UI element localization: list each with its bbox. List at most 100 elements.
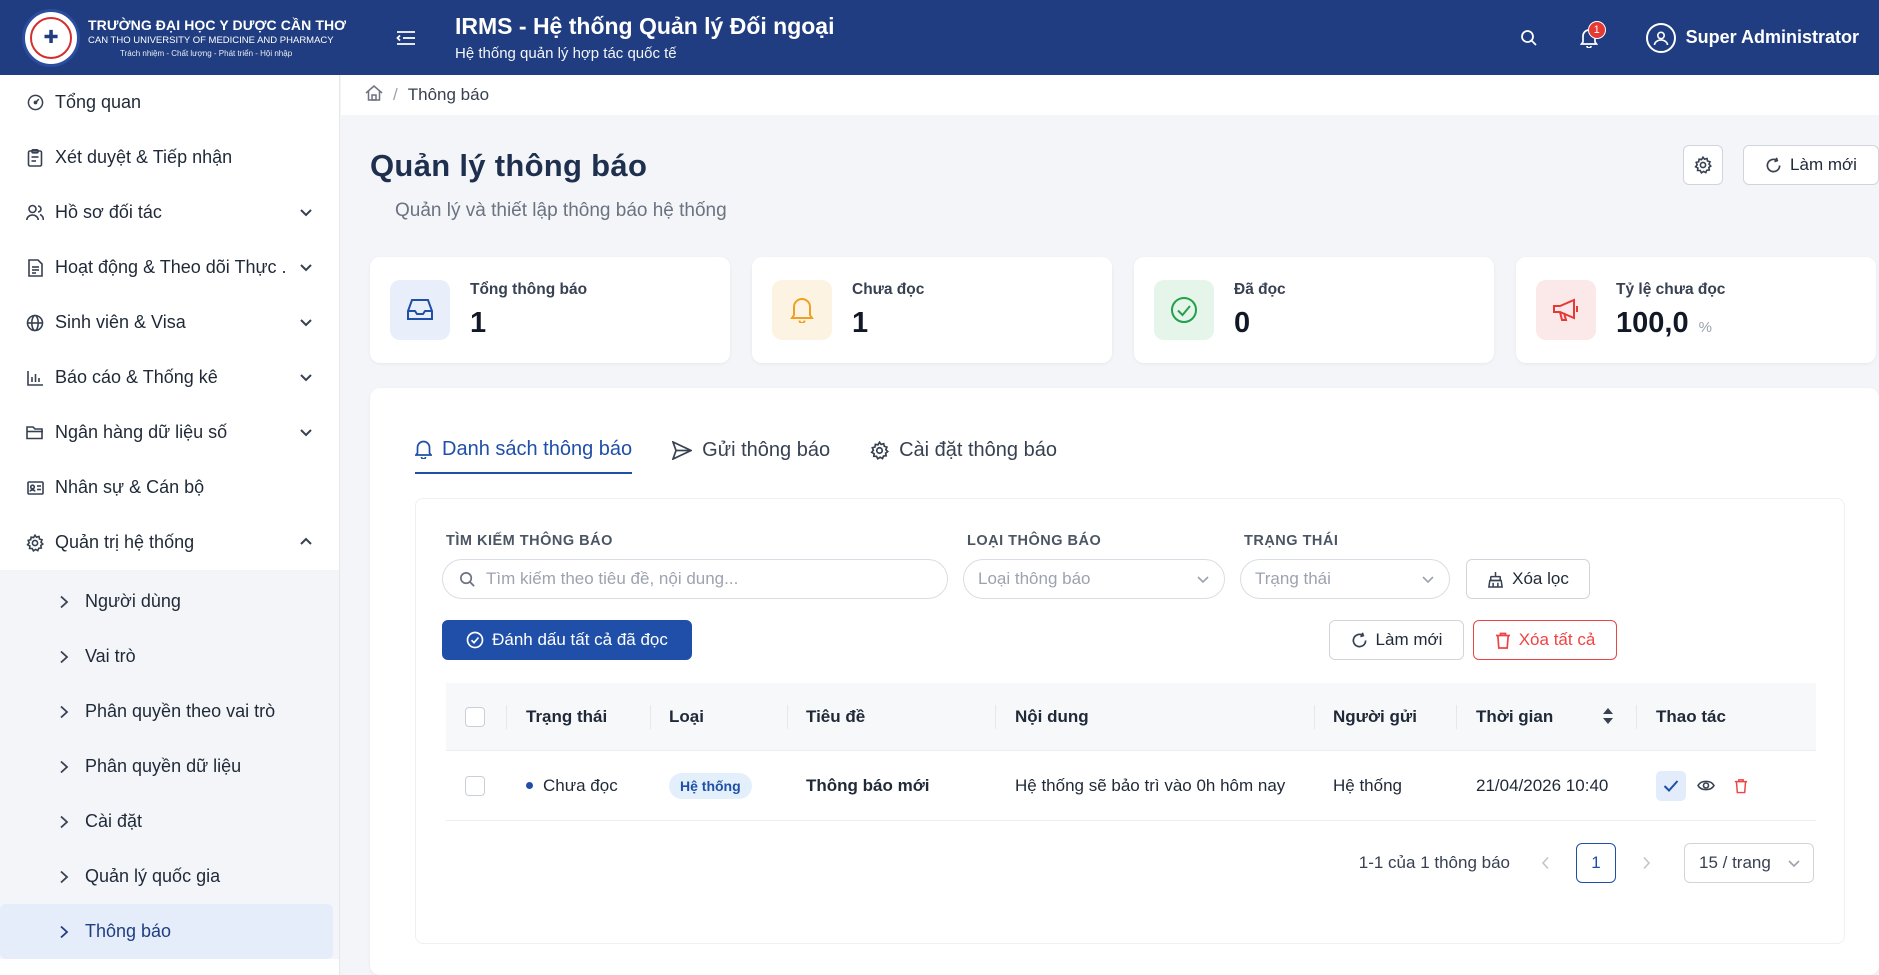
sidebar-subitem-settings[interactable]: Cài đặt — [0, 794, 333, 849]
gear-icon — [25, 533, 45, 553]
megaphone-icon — [1536, 280, 1596, 340]
tab-send-notification[interactable]: Gửi thông báo — [672, 426, 830, 474]
sort-icon[interactable] — [1602, 705, 1614, 727]
sidebar-item-label: Tổng quan — [55, 92, 142, 112]
sidebar-item-partners[interactable]: Hồ sơ đối tác — [0, 185, 339, 240]
stat-card-read: Đã đọc 0 — [1134, 257, 1494, 363]
chevron-down-icon — [300, 429, 312, 437]
chevron-right-icon — [58, 595, 72, 609]
sidebar-item-label: Quản trị hệ thống — [55, 532, 195, 552]
mark-all-read-button[interactable]: Đánh dấu tất cả đã đọc — [442, 620, 692, 660]
sidebar-subitem-roles[interactable]: Vai trò — [0, 629, 333, 684]
trash-icon — [1495, 632, 1510, 649]
table-row[interactable]: Chưa đọc Hệ thống Thông báo mới Hệ thống… — [446, 751, 1816, 821]
breadcrumb-current: Thông báo — [407, 85, 490, 104]
mark-read-check-icon[interactable] — [1656, 770, 1686, 801]
delete-all-label: Xóa tất cả — [1518, 630, 1596, 649]
sidebar-item-reports[interactable]: Báo cáo & Thống kê — [0, 350, 339, 405]
sidebar-subitem-role-permissions[interactable]: Phân quyền theo vai trò — [0, 684, 333, 739]
tab-label: Danh sách thông báo — [442, 437, 633, 460]
broom-icon — [1488, 571, 1504, 588]
university-name-en: CAN THO UNIVERSITY OF MEDICINE AND PHARM… — [88, 35, 334, 46]
user-menu[interactable]: Super Administrator — [1645, 22, 1859, 53]
tab-notification-settings[interactable]: Cài đặt thông báo — [870, 426, 1057, 474]
refresh-icon — [1352, 631, 1367, 647]
column-header-actions: Thao tác — [1656, 706, 1726, 726]
row-status-text: Chưa đọc — [543, 775, 618, 795]
sidebar-item-activities[interactable]: Hoạt động & Theo dõi Thực ... — [0, 240, 339, 295]
status-filter-select[interactable]: Trạng thái — [1240, 559, 1450, 599]
stat-value: 100,0% — [1616, 307, 1725, 340]
column-header-content: Nội dung — [1015, 706, 1089, 726]
menu-toggle-icon[interactable] — [393, 25, 419, 51]
sidebar-item-students-visa[interactable]: Sinh viên & Visa — [0, 295, 339, 350]
row-time: 21/04/2026 10:40 — [1476, 775, 1609, 795]
check-circle-icon — [466, 631, 484, 649]
search-label: TÌM KIẾM THÔNG BÁO — [446, 533, 613, 549]
sidebar-subitem-label: Cài đặt — [85, 811, 143, 831]
page-size-select[interactable]: 15 / trang — [1684, 843, 1814, 883]
row-type: Hệ thống — [669, 772, 752, 799]
column-header-sender: Người gửi — [1333, 706, 1417, 726]
delete-trash-icon[interactable] — [1726, 771, 1756, 801]
type-filter-select[interactable]: Loại thông báo — [963, 559, 1225, 599]
sidebar-item-data-bank[interactable]: Ngân hàng dữ liệu số — [0, 405, 339, 460]
globe-icon — [25, 313, 45, 333]
clear-filter-button[interactable]: Xóa lọc — [1466, 559, 1590, 599]
column-header-time[interactable]: Thời gian — [1476, 707, 1553, 727]
sidebar-subitem-notifications[interactable]: Thông báo — [0, 904, 333, 959]
home-icon[interactable] — [365, 84, 383, 106]
chevron-right-icon — [58, 650, 72, 664]
gear-icon — [870, 440, 890, 460]
stats-row: Tổng thông báo 1 Chưa đọc 1 Đã đọc 0 Tỷ … — [370, 257, 1876, 363]
sidebar-subitem-label: Quản lý quốc gia — [85, 866, 221, 886]
view-eye-icon[interactable] — [1691, 771, 1721, 801]
pagination-total: 1-1 của 1 thông báo — [1358, 853, 1510, 872]
notification-bell-icon[interactable]: 1 — [1572, 20, 1606, 55]
sidebar-item-overview[interactable]: Tổng quan — [0, 75, 339, 130]
stat-value: 0 — [1234, 306, 1251, 339]
stat-label: Tỷ lệ chưa đọc — [1616, 280, 1726, 298]
sidebar-item-label: Hồ sơ đối tác — [55, 202, 162, 222]
bar-chart-icon — [25, 368, 45, 388]
delete-all-button[interactable]: Xóa tất cả — [1473, 620, 1617, 660]
page-refresh-label: Làm mới — [1790, 155, 1857, 174]
stat-value: 1 — [470, 306, 487, 339]
university-name: TRƯỜNG ĐẠI HỌC Y DƯỢC CẦN THƠ — [88, 17, 347, 33]
sidebar-item-staff[interactable]: Nhân sự & Cán bộ — [0, 460, 339, 515]
page-refresh-button[interactable]: Làm mới — [1743, 145, 1879, 185]
sidebar-subitem-users[interactable]: Người dùng — [0, 574, 333, 629]
sidebar-subitem-countries[interactable]: Quản lý quốc gia — [0, 849, 333, 904]
row-sender: Hệ thống — [1333, 775, 1402, 795]
sidebar-item-system-admin[interactable]: Quản trị hệ thống — [0, 515, 339, 570]
sidebar-item-label: Nhân sự & Cán bộ — [55, 477, 205, 497]
pagination-page-1[interactable]: 1 — [1576, 843, 1616, 883]
document-icon — [25, 258, 45, 278]
inbox-icon — [390, 280, 450, 340]
notifications-table: Trạng thái Loại Tiêu đề Nội dung Người g… — [446, 683, 1816, 821]
row-title[interactable]: Thông báo mới — [806, 776, 930, 796]
users-icon — [25, 203, 45, 223]
main-content: / Thông báo Quản lý thông báo Quản lý và… — [341, 75, 1879, 975]
pagination-prev-icon[interactable] — [1530, 847, 1562, 879]
page-settings-button[interactable] — [1683, 145, 1723, 185]
pagination-next-icon[interactable] — [1630, 847, 1662, 879]
sidebar-submenu-system-admin: Người dùng Vai trò Phân quyền theo vai t… — [0, 570, 339, 959]
search-icon[interactable] — [1512, 21, 1546, 55]
sidebar-subitem-label: Vai trò — [85, 646, 136, 666]
dashboard-icon — [25, 93, 45, 113]
search-input[interactable]: Tìm kiếm theo tiêu đề, nội dung... — [442, 559, 948, 599]
row-status: Chưa đọc — [526, 776, 618, 796]
tab-notification-list[interactable]: Danh sách thông báo — [415, 426, 633, 474]
bell-icon — [415, 440, 432, 459]
send-icon — [672, 440, 693, 460]
row-checkbox[interactable] — [465, 775, 485, 796]
select-all-checkbox[interactable] — [465, 706, 485, 727]
list-refresh-button[interactable]: Làm mới — [1329, 620, 1464, 660]
header-actions: 1 Super Administrator — [1512, 0, 1859, 75]
tab-bar: Danh sách thông báo Gửi thông báo Cài đặ… — [415, 426, 1097, 484]
sidebar-subitem-data-permissions[interactable]: Phân quyền dữ liệu — [0, 739, 333, 794]
stat-card-total: Tổng thông báo 1 — [370, 257, 730, 363]
sidebar-item-review[interactable]: Xét duyệt & Tiếp nhận — [0, 130, 339, 185]
sidebar-subitem-label: Phân quyền dữ liệu — [85, 756, 242, 776]
